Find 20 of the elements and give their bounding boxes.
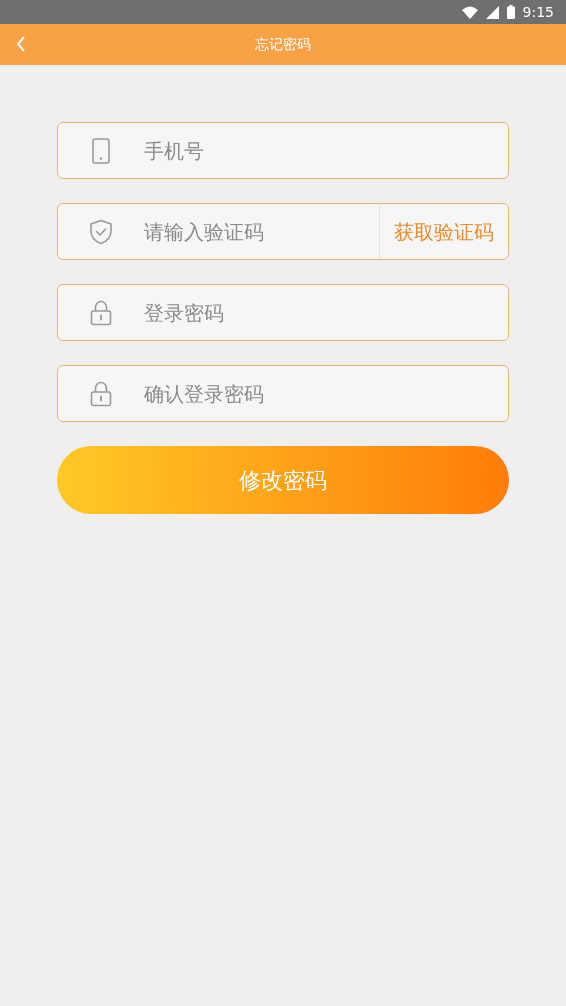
lock-icon [90, 299, 112, 326]
get-code-button[interactable]: 获取验证码 [379, 204, 508, 259]
input-field[interactable]: 请输入验证码 获取验证码 [57, 203, 509, 260]
text-input[interactable]: 确认登录密码 [144, 366, 508, 421]
input-field[interactable]: 登录密码 [57, 284, 509, 341]
phone-icon [92, 137, 110, 164]
submit-button[interactable]: 修改密码 [57, 446, 509, 514]
signal-icon [485, 5, 499, 19]
lock-icon [90, 380, 112, 407]
text-input[interactable]: 请输入验证码 [144, 204, 379, 259]
shield-check-icon [89, 218, 113, 245]
input-field[interactable]: 确认登录密码 [57, 365, 509, 422]
input-field[interactable]: 手机号 [57, 122, 509, 179]
chevron-left-icon [16, 36, 26, 52]
status-time: 9:15 [522, 2, 554, 22]
wifi-icon [461, 5, 478, 19]
page-title: 忘记密码 [255, 35, 311, 54]
text-input[interactable]: 手机号 [144, 123, 508, 178]
text-input[interactable]: 登录密码 [144, 285, 508, 340]
battery-icon [506, 5, 515, 19]
